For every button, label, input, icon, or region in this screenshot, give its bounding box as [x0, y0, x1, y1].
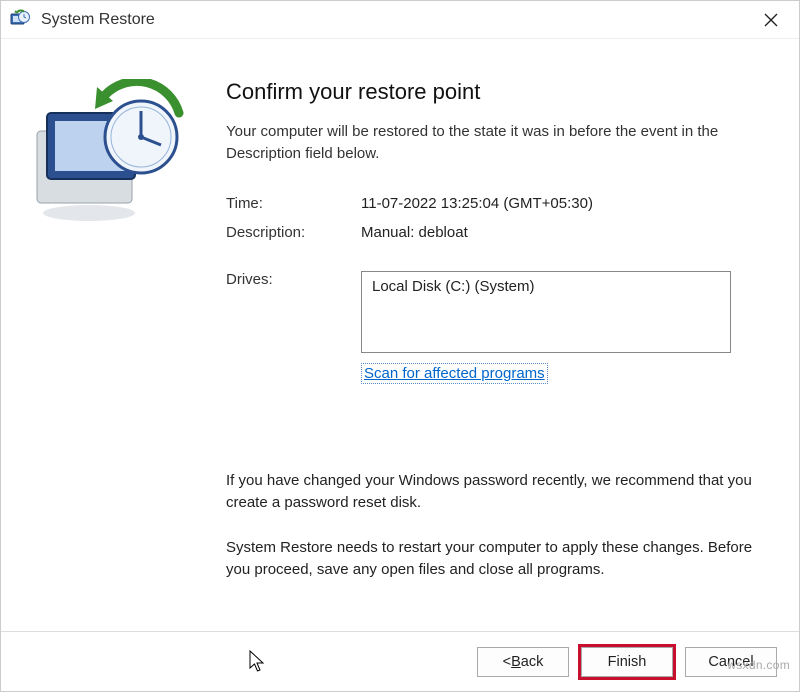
- description-row: Description: Manual: debloat: [226, 224, 769, 241]
- dialog-body: Confirm your restore point Your computer…: [1, 39, 799, 631]
- main-content: Confirm your restore point Your computer…: [226, 39, 799, 631]
- mouse-cursor-icon: [249, 650, 267, 674]
- password-reset-notice: If you have changed your Windows passwor…: [226, 470, 769, 515]
- sidebar: [1, 39, 226, 631]
- time-row: Time: 11-07-2022 13:25:04 (GMT+05:30): [226, 195, 769, 212]
- close-icon[interactable]: [751, 5, 791, 35]
- watermark: wsxdn.com: [727, 658, 790, 672]
- back-button[interactable]: < Back: [477, 647, 569, 677]
- system-restore-window: System Restore Confirm y: [0, 0, 800, 692]
- drives-value: Local Disk (C:) (System): [372, 278, 535, 295]
- lead-text: Your computer will be restored to the st…: [226, 121, 769, 165]
- drives-listbox[interactable]: Local Disk (C:) (System): [361, 271, 731, 353]
- drives-label: Drives:: [226, 271, 361, 384]
- finish-button[interactable]: Finish: [581, 647, 673, 677]
- time-label: Time:: [226, 195, 361, 212]
- titlebar: System Restore: [1, 1, 799, 39]
- footer: < Back Finish Cancel: [1, 631, 799, 691]
- scan-affected-programs-link[interactable]: Scan for affected programs: [361, 363, 548, 384]
- system-restore-graphic-icon: [19, 79, 199, 229]
- description-label: Description:: [226, 224, 361, 241]
- description-value: Manual: debloat: [361, 224, 769, 241]
- time-value: 11-07-2022 13:25:04 (GMT+05:30): [361, 195, 769, 212]
- drives-row: Drives: Local Disk (C:) (System) Scan fo…: [226, 271, 769, 384]
- window-title: System Restore: [41, 11, 751, 29]
- page-title: Confirm your restore point: [226, 79, 769, 105]
- restart-notice: System Restore needs to restart your com…: [226, 537, 769, 582]
- notice-block: If you have changed your Windows passwor…: [226, 470, 769, 604]
- drives-column: Local Disk (C:) (System) Scan for affect…: [361, 271, 731, 384]
- system-restore-icon: [7, 7, 33, 33]
